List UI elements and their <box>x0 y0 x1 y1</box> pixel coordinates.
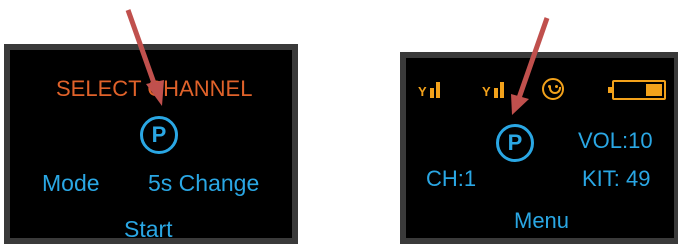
arrow-left <box>125 9 164 106</box>
annotation-arrows <box>125 9 550 115</box>
arrow-right <box>511 17 550 115</box>
